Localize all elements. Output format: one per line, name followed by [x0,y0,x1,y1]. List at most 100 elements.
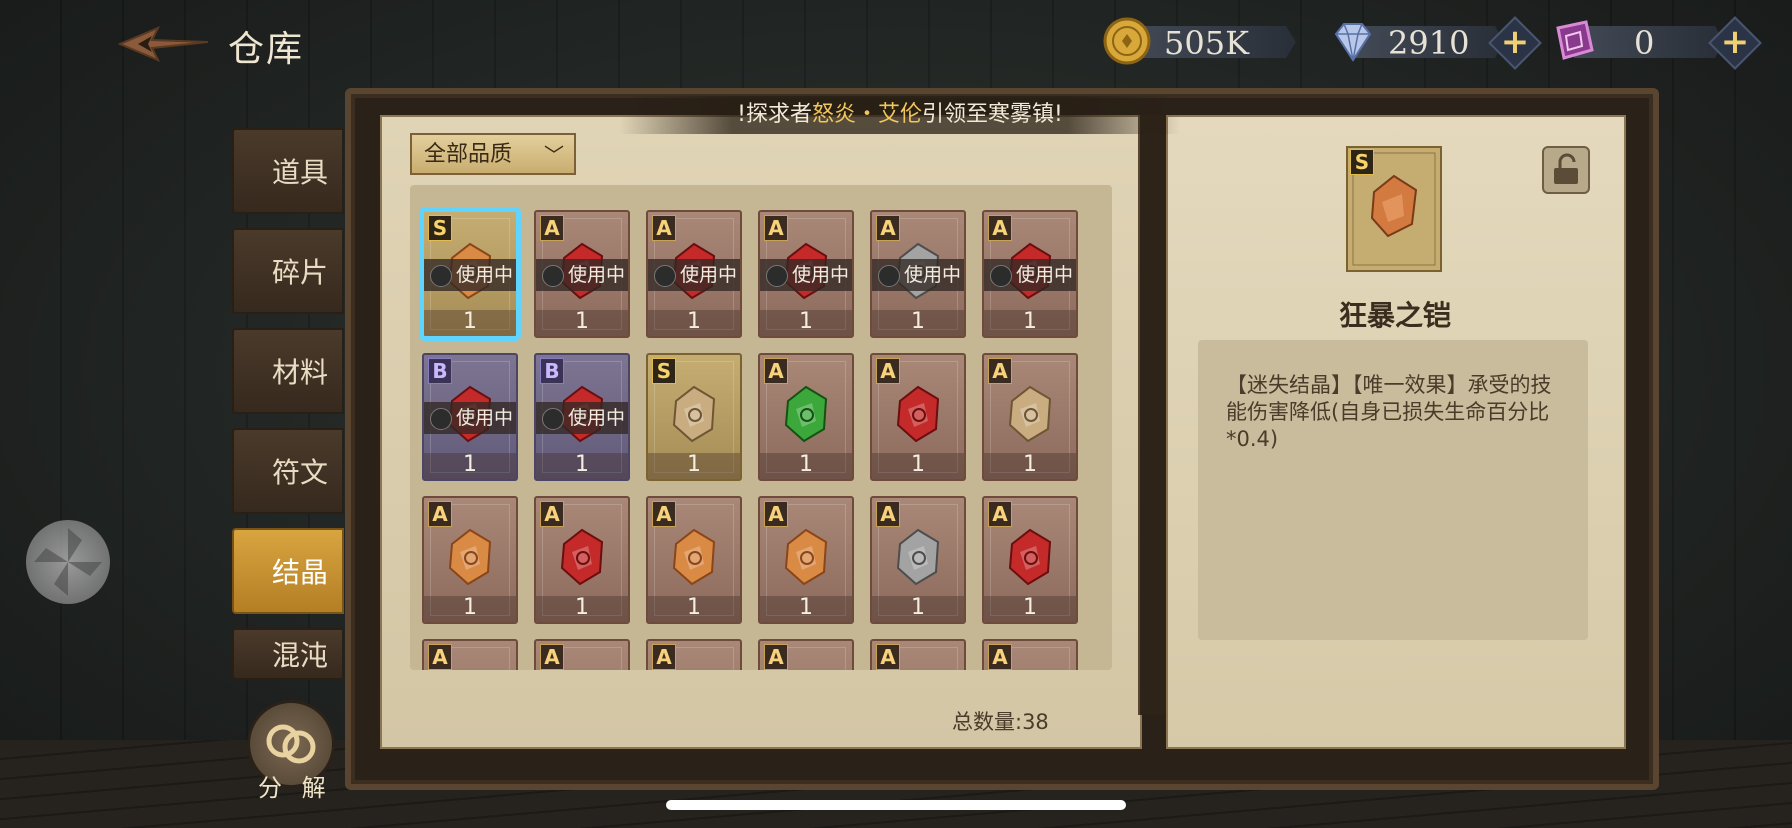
item-card[interactable]: A1 [758,353,854,481]
crystal-gem-icon [668,381,722,447]
item-card[interactable]: A [534,639,630,670]
quality-filter-dropdown[interactable]: 全部品质 ﹀ [410,133,576,175]
crystal-gem-icon [1004,524,1058,590]
rank-badge: A [428,644,452,670]
in-use-label: 使用中 [648,259,740,291]
in-use-text: 使用中 [792,264,850,286]
rank-badge: A [876,644,900,670]
detail-item-card: S [1346,146,1442,272]
item-card[interactable]: A [758,639,854,670]
item-card[interactable]: S1 [646,353,742,481]
lock-toggle-button[interactable] [1542,146,1590,194]
item-card[interactable]: B 使用中 1 [534,353,630,481]
tab-runes[interactable]: 符文 [232,428,344,514]
crystal-gem-icon [668,524,722,590]
rank-badge: A [988,644,1012,670]
rank-badge: A [540,501,564,527]
tab-label: 材料 [271,356,328,389]
item-count: 1 [760,310,852,336]
tab-label: 结晶 [271,556,328,589]
item-card[interactable]: A [870,639,966,670]
currency-diamond: 2910 + [1328,16,1542,70]
item-card[interactable]: A1 [870,496,966,624]
item-card[interactable]: A1 [870,353,966,481]
home-indicator[interactable] [666,800,1126,810]
rank-badge: A [764,501,788,527]
rank-badge: A [540,215,564,241]
in-use-label: 使用中 [872,259,964,291]
item-count: 1 [872,596,964,622]
rank-badge: A [764,358,788,384]
item-card[interactable]: S 使用中 1 [422,210,518,338]
tab-crystals[interactable]: 结晶 [232,528,344,614]
crystal-gem-icon [892,524,946,590]
item-card[interactable]: A1 [422,496,518,624]
tab-fragments[interactable]: 碎片 [232,228,344,314]
in-use-text: 使用中 [456,264,514,286]
currency-crystal: 0 + [1548,16,1762,70]
in-use-text: 使用中 [568,407,626,429]
crystal-gem-icon [556,524,610,590]
item-card[interactable]: A1 [758,496,854,624]
item-count: 1 [424,453,516,479]
tab-label: 混沌 [271,639,328,672]
rank-badge: S [1350,149,1374,175]
rank-badge: S [428,215,452,241]
item-card[interactable]: A 使用中 1 [534,210,630,338]
rank-badge: A [764,644,788,670]
in-use-text: 使用中 [456,407,514,429]
rank-badge: A [652,215,676,241]
rank-badge: A [652,501,676,527]
item-card[interactable]: A 使用中 1 [646,210,742,338]
crystal-gem-icon [668,667,722,670]
back-arrow-icon [117,26,209,62]
item-card[interactable]: A1 [982,353,1078,481]
rank-badge: A [876,501,900,527]
crystal-gem-icon [1004,667,1058,670]
item-count: 1 [760,453,852,479]
item-count: 1 [536,310,628,336]
quality-filter-label: 全部品质 [424,142,513,167]
in-use-text: 使用中 [1016,264,1074,286]
rank-badge: B [540,358,564,384]
panel-divider [1138,115,1168,715]
rank-badge: S [652,358,676,384]
currency-gold: 505K [1102,16,1302,68]
item-card[interactable]: A 使用中 1 [758,210,854,338]
item-card[interactable]: A [422,639,518,670]
crystal-gem-icon [780,524,834,590]
rank-badge: A [876,358,900,384]
hero-avatar-icon [990,265,1012,287]
unlock-icon [1554,153,1578,184]
floating-menu-button[interactable] [26,520,110,604]
item-count: 1 [984,453,1076,479]
item-card[interactable]: A 使用中 1 [870,210,966,338]
item-count: 1 [872,310,964,336]
item-card[interactable]: A [982,639,1078,670]
in-use-label: 使用中 [424,259,516,291]
item-count: 1 [536,453,628,479]
tab-items[interactable]: 道具 [232,128,344,214]
in-use-label: 使用中 [760,259,852,291]
item-card[interactable]: A 使用中 1 [982,210,1078,338]
hero-avatar-icon [430,408,452,430]
item-count: 1 [648,310,740,336]
tab-materials[interactable]: 材料 [232,328,344,414]
in-use-label: 使用中 [984,259,1076,291]
hero-avatar-icon [542,408,564,430]
hero-avatar-icon [542,265,564,287]
rank-badge: A [988,501,1012,527]
tab-label: 符文 [271,456,328,489]
item-card[interactable]: A1 [982,496,1078,624]
back-button[interactable] [117,22,210,66]
item-card[interactable]: A1 [534,496,630,624]
item-card[interactable]: A1 [646,496,742,624]
crystal-gem-icon [444,524,498,590]
total-count: 总数量:38 [952,710,1049,734]
item-grid[interactable]: S 使用中 1 A 使用中 1 A 使用中 1 A 使用中 1 A 使用中 1 A 使用中 1 B 使用中 1 B 使用中 1… [410,185,1112,670]
item-card[interactable]: B 使用中 1 [422,353,518,481]
item-card[interactable]: A [646,639,742,670]
gold-amount: 505K [1164,24,1249,62]
tab-chaos[interactable]: 混沌 [232,628,344,680]
hero-avatar-icon [878,265,900,287]
